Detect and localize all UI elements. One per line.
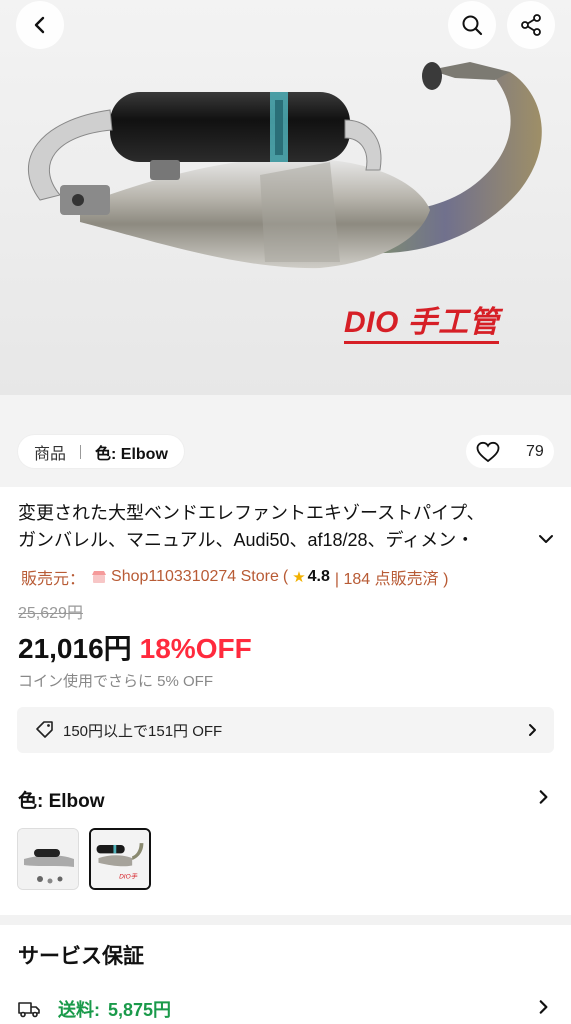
seller-info[interactable]: 販売元： Shop1103310274 Store ( ★ 4.8 | 184 … — [21, 565, 448, 589]
product-page: DIO 手工管 商品 色: Elbow 79 変更された大型ベンドエレファントエ… — [0, 0, 571, 1024]
current-price: 21,016円 — [18, 633, 132, 664]
like-count: 79 — [526, 442, 544, 460]
shipping-label: 送料: — [58, 1000, 100, 1020]
tab-divider — [80, 444, 82, 459]
search-button[interactable] — [448, 1, 496, 49]
product-title-line-1: 変更された大型ベンドエレファントエキゾーストパイプ、 — [18, 503, 485, 523]
shipping-value: 5,875円 — [108, 1000, 172, 1020]
section-divider — [0, 915, 571, 925]
service-guarantee-title: サービス保証 — [18, 945, 144, 968]
image-caption: DIO 手工管 — [344, 306, 500, 344]
original-price: 25,629円 — [18, 605, 83, 622]
media-tabs[interactable]: 商品 色: Elbow — [18, 435, 184, 468]
swatch-thumbnail — [18, 829, 78, 889]
coupon-text: 150円以上で151円 OFF — [63, 722, 223, 740]
chevron-right-icon[interactable] — [534, 998, 552, 1016]
tab-product[interactable]: 商品 — [34, 440, 66, 464]
back-arrow-icon — [34, 16, 45, 34]
shipping-row[interactable]: 送料: 5,875円 — [18, 996, 171, 1022]
sold-count: | 184 点販売済 ) — [334, 571, 449, 588]
seller-paren: ( — [282, 568, 289, 585]
seller-name[interactable]: Shop1103310274 Store — [111, 568, 279, 586]
search-icon — [462, 15, 483, 36]
coupon-bar[interactable]: 150円以上で151円 OFF — [17, 707, 554, 753]
chevron-down-icon[interactable] — [537, 530, 555, 548]
star-icon: ★ — [292, 569, 306, 586]
swatch-thumbnail: DIO手 — [91, 830, 149, 888]
chevron-right-icon[interactable] — [534, 788, 552, 806]
svg-text:DIO手: DIO手 — [119, 873, 138, 881]
back-button[interactable] — [16, 1, 64, 49]
product-title: 変更された大型ベンドエレファントエキゾーストパイプ、 ガンバレル、マニュアル、A… — [18, 500, 528, 554]
heart-icon — [476, 441, 500, 462]
price-row: 21,016円 18%OFF — [18, 627, 252, 667]
seller-prefix: 販売元： — [21, 571, 86, 588]
product-image[interactable]: DIO 手工管 — [0, 0, 571, 395]
color-swatch-1[interactable] — [17, 828, 79, 890]
share-icon — [521, 14, 541, 36]
share-button[interactable] — [507, 1, 555, 49]
truck-icon — [18, 1002, 40, 1018]
seller-rating: 4.8 — [307, 568, 330, 585]
store-icon — [92, 571, 107, 583]
discount-badge: 18%OFF — [139, 633, 252, 664]
tab-variant[interactable]: 色: Elbow — [95, 440, 168, 464]
chevron-right-icon — [529, 724, 536, 736]
coupon-tag-icon — [36, 721, 53, 738]
coin-discount-note: コイン使用でさらに 5% OFF — [18, 673, 214, 690]
color-section-label[interactable]: 色: Elbow — [18, 786, 105, 813]
wishlist-button[interactable]: 79 — [466, 435, 554, 468]
color-swatch-2-selected[interactable]: DIO手 — [89, 828, 151, 890]
product-title-line-2: ガンバレル、マニュアル、Audi50、af18/28、ディメン・ — [18, 530, 475, 550]
